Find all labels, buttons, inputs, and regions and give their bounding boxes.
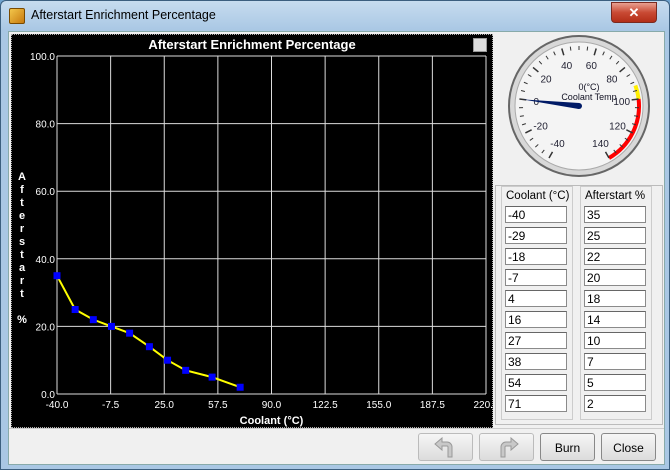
afterstart-cell[interactable]: 2 [584,395,646,412]
data-table: Coolant (°C) -40 -29 -18 -7 4 16 27 38 54 71 Afte… [495,185,663,425]
button-bar: Burn Close [9,428,664,465]
gauge-tick-label: -40 [550,139,565,150]
redo-button[interactable] [479,433,534,461]
gauge-tick [631,98,639,101]
gauge-tick-label: 20 [540,74,552,85]
coolant-column-header: Coolant (°C) [506,190,570,202]
gauge-tick [519,115,524,117]
x-tick-label: 57.5 [208,400,228,411]
afterstart-cell[interactable]: 10 [584,332,646,349]
x-tick-label: 155.0 [366,400,391,411]
coolant-cell[interactable]: 16 [505,311,567,328]
x-tick-label: 220.0 [473,400,492,411]
coolant-column: Coolant (°C) -40 -29 -18 -7 4 16 27 38 54 71 [501,186,573,420]
y-tick-label: 60.0 [36,187,56,198]
redo-icon [500,436,519,458]
afterstart-cell[interactable]: 20 [584,269,646,286]
chart-options-button[interactable] [473,38,487,52]
data-point [182,366,190,374]
data-point [107,322,115,330]
data-point [236,383,244,391]
coolant-cell[interactable]: -7 [505,269,567,286]
afterstart-cell[interactable]: 35 [584,206,646,223]
gauge-tick-label: 80 [606,74,618,85]
chart-panel[interactable]: -40.0 -7.5 25.0 57.5 90.0 122.5 155.0 187.5 220.… [11,34,493,428]
gauge-name-label: Coolant Temp [561,92,616,102]
series-line [56,275,241,389]
client-area: -40.0-7.525.057.590.0122.5155.0187.5220.… [8,31,665,465]
y-tick-label: 20.0 [36,322,56,333]
afterstart-column: Afterstart % 35 25 22 20 18 14 10 7 5 2 [580,186,652,420]
x-tick-label: 90.0 [262,400,282,411]
close-button[interactable]: Close [601,433,656,461]
y-tick-label: 40.0 [36,255,56,266]
chart-title: Afterstart Enrichment Percentage [148,37,356,52]
coolant-gauge: -40 -20 0 20 40 60 80 100 120 140 0(°C) Coolant Tem… [497,34,661,184]
y-tick-label: 100.0 [30,52,55,63]
afterstart-cell[interactable]: 5 [584,374,646,391]
gauge-tick-label: 0 [534,97,540,108]
gauge-tick-label: -20 [533,121,548,132]
data-point [126,329,134,337]
x-tick-label: -40.0 [46,400,69,411]
afterstart-cell[interactable]: 25 [584,227,646,244]
coolant-cell[interactable]: 38 [505,353,567,370]
gauge-tick [586,46,589,51]
data-point [71,306,79,313]
afterstart-cell[interactable]: 14 [584,311,646,328]
x-axis-label: Coolant (°C) [240,415,304,427]
undo-button[interactable] [418,433,473,461]
y-tick-label: 80.0 [36,120,56,131]
x-tick-label: 187.5 [420,400,445,411]
coolant-cell[interactable]: -40 [505,206,567,223]
afterstart-column-header: Afterstart % [585,190,646,202]
burn-button[interactable]: Burn [540,433,595,461]
x-tick-label: -7.5 [102,400,120,411]
data-point [164,356,172,364]
coolant-cell[interactable]: -29 [505,227,567,244]
gauge-tick [569,46,572,51]
data-point [89,316,97,324]
gauge-tick-label: 40 [561,61,573,72]
app-icon [9,8,25,24]
title-bar: Afterstart Enrichment Percentage ✕ [1,1,669,31]
gauge-tick-label: 120 [609,121,626,132]
data-point [208,373,216,381]
coolant-cell[interactable]: 54 [505,374,567,391]
coolant-cell[interactable]: 27 [505,332,567,349]
x-tick-label: 25.0 [155,400,175,411]
undo-icon [433,436,452,458]
gauge-hub [576,103,582,109]
x-tick-label: 122.5 [313,400,338,411]
afterstart-cell[interactable]: 22 [584,248,646,265]
window-close-button[interactable]: ✕ [611,2,657,23]
y-axis-label: Afterstart % [17,171,27,326]
afterstart-cell[interactable]: 18 [584,290,646,307]
data-point [53,272,61,280]
y-tick-label: 0.0 [41,390,55,401]
chart-svg: -40.0 -7.5 25.0 57.5 90.0 122.5 155.0 187.5 220.… [17,52,492,427]
window: Afterstart Enrichment Percentage ✕ -40.0… [0,0,670,470]
coolant-cell[interactable]: 71 [505,395,567,412]
gauge-tick-label: 60 [586,61,598,72]
afterstart-cell[interactable]: 7 [584,353,646,370]
window-title: Afterstart Enrichment Percentage [31,8,216,22]
gauge-tick [634,115,639,117]
coolant-cell[interactable]: -18 [505,248,567,265]
gauge-tick-label: 140 [592,139,609,150]
data-point [145,343,153,351]
gauge-value-label: 0(°C) [578,82,599,92]
coolant-cell[interactable]: 4 [505,290,567,307]
